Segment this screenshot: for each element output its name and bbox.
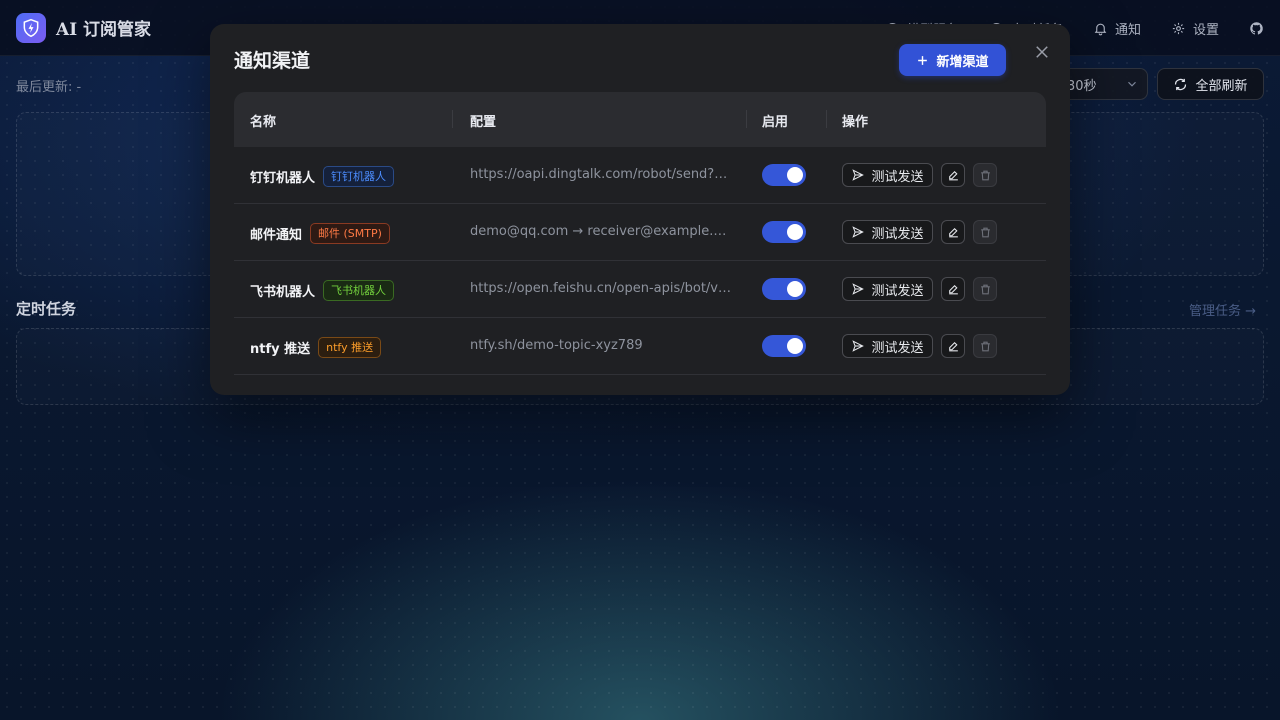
table-row: ntfy 推送 ntfy 推送 ntfy.sh/demo-topic-xyz78…	[234, 318, 1046, 375]
table-row: 飞书机器人 飞书机器人 https://open.feishu.cn/open-…	[234, 261, 1046, 318]
channel-name-cell: 邮件通知 邮件 (SMTP)	[250, 223, 390, 244]
channel-name-cell: 飞书机器人 飞书机器人	[250, 280, 395, 301]
channel-type-tag: 邮件 (SMTP)	[310, 223, 390, 244]
channel-type-tag: 飞书机器人	[323, 280, 395, 301]
toggle-knob	[787, 167, 803, 183]
send-icon	[852, 169, 865, 181]
column-header-enabled: 启用	[762, 115, 789, 130]
edit-button[interactable]	[941, 334, 965, 358]
plus-icon	[918, 55, 928, 65]
enabled-toggle[interactable]	[762, 335, 806, 357]
test-send-label: 测试发送	[871, 283, 924, 299]
enabled-toggle[interactable]	[762, 164, 806, 186]
column-divider	[452, 110, 453, 128]
scheduled-tasks-title: 定时任务	[16, 300, 77, 318]
delete-button[interactable]	[973, 277, 997, 301]
test-send-button[interactable]: 测试发送	[842, 163, 933, 187]
nav-item-notify[interactable]: 通知	[1093, 19, 1141, 38]
column-header-config: 配置	[470, 115, 497, 130]
test-send-button[interactable]: 测试发送	[842, 334, 933, 358]
channel-type-tag: 钉钉机器人	[323, 166, 395, 187]
channel-name: 飞书机器人	[250, 285, 316, 300]
channel-name-cell: ntfy 推送 ntfy 推送	[250, 337, 382, 358]
toggle-knob	[787, 338, 803, 354]
channels-table: 名称 配置 启用 操作 钉钉机器人 钉钉机器人 https://oapi.din…	[234, 92, 1046, 375]
send-icon	[852, 340, 865, 352]
trash-icon	[980, 341, 990, 351]
toggle-knob	[787, 281, 803, 297]
edit-icon	[948, 170, 958, 180]
app-title: AI 订阅管家	[56, 20, 152, 40]
column-divider	[746, 110, 747, 128]
last-update-label: 最后更新: -	[16, 80, 82, 95]
gear-icon	[1172, 22, 1185, 34]
edit-button[interactable]	[941, 277, 965, 301]
test-send-label: 测试发送	[871, 169, 924, 185]
github-link[interactable]	[1249, 21, 1264, 36]
trash-icon	[980, 170, 990, 180]
delete-button[interactable]	[973, 163, 997, 187]
send-icon	[852, 226, 865, 238]
edit-icon	[948, 227, 958, 237]
github-icon	[1250, 21, 1263, 35]
toggle-knob	[787, 224, 803, 240]
refresh-all-button[interactable]: 全部刷新	[1157, 68, 1264, 100]
channel-name: 邮件通知	[250, 228, 303, 243]
channel-name: ntfy 推送	[250, 342, 311, 357]
interval-value: 30秒	[1067, 78, 1097, 94]
add-channel-label: 新增渠道	[936, 54, 989, 70]
edit-button[interactable]	[941, 163, 965, 187]
enabled-toggle[interactable]	[762, 221, 806, 243]
dialog-title: 通知渠道	[234, 50, 311, 72]
app-logo-icon	[16, 12, 46, 43]
delete-button[interactable]	[973, 334, 997, 358]
enabled-toggle[interactable]	[762, 278, 806, 300]
refresh-all-label: 全部刷新	[1195, 78, 1248, 94]
manage-tasks-link[interactable]: 管理任务 →	[1189, 300, 1256, 319]
edit-icon	[948, 284, 958, 294]
test-send-button[interactable]: 测试发送	[842, 220, 933, 244]
nav-item-label: 设置	[1192, 22, 1219, 38]
channel-config: https://oapi.dingtalk.com/robot/send?acc…	[470, 167, 732, 182]
column-header-actions: 操作	[842, 115, 869, 130]
edit-icon	[948, 341, 958, 351]
add-channel-button[interactable]: 新增渠道	[899, 44, 1006, 76]
table-row: 钉钉机器人 钉钉机器人 https://oapi.dingtalk.com/ro…	[234, 147, 1046, 204]
chevron-down-icon	[1128, 81, 1136, 87]
delete-button[interactable]	[973, 220, 997, 244]
table-header: 名称 配置 启用 操作	[234, 92, 1046, 147]
channel-name-cell: 钉钉机器人 钉钉机器人	[250, 166, 395, 187]
test-send-label: 测试发送	[871, 340, 924, 356]
column-divider	[826, 110, 827, 128]
trash-icon	[980, 284, 990, 294]
trash-icon	[980, 227, 990, 237]
channel-config: demo@qq.com → receiver@example.com	[470, 224, 732, 239]
table-row: 邮件通知 邮件 (SMTP) demo@qq.com → receiver@ex…	[234, 204, 1046, 261]
channel-type-tag: ntfy 推送	[318, 337, 382, 358]
edit-button[interactable]	[941, 220, 965, 244]
test-send-button[interactable]: 测试发送	[842, 277, 933, 301]
column-header-name: 名称	[250, 115, 277, 130]
close-icon[interactable]	[1033, 43, 1051, 61]
nav-item-label: 通知	[1114, 22, 1141, 38]
channel-name: 钉钉机器人	[250, 171, 316, 186]
send-icon	[852, 283, 865, 295]
bell-icon	[1094, 23, 1107, 35]
notification-channels-dialog: 通知渠道 新增渠道 名称 配置 启用 操作 钉钉机器人 钉钉机器人 https:…	[210, 24, 1070, 395]
channel-config: ntfy.sh/demo-topic-xyz789	[470, 338, 643, 353]
nav-item-settings[interactable]: 设置	[1171, 19, 1219, 38]
test-send-label: 测试发送	[871, 226, 924, 242]
refresh-icon	[1175, 78, 1187, 90]
channel-config: https://open.feishu.cn/open-apis/bot/v2/…	[470, 281, 732, 296]
